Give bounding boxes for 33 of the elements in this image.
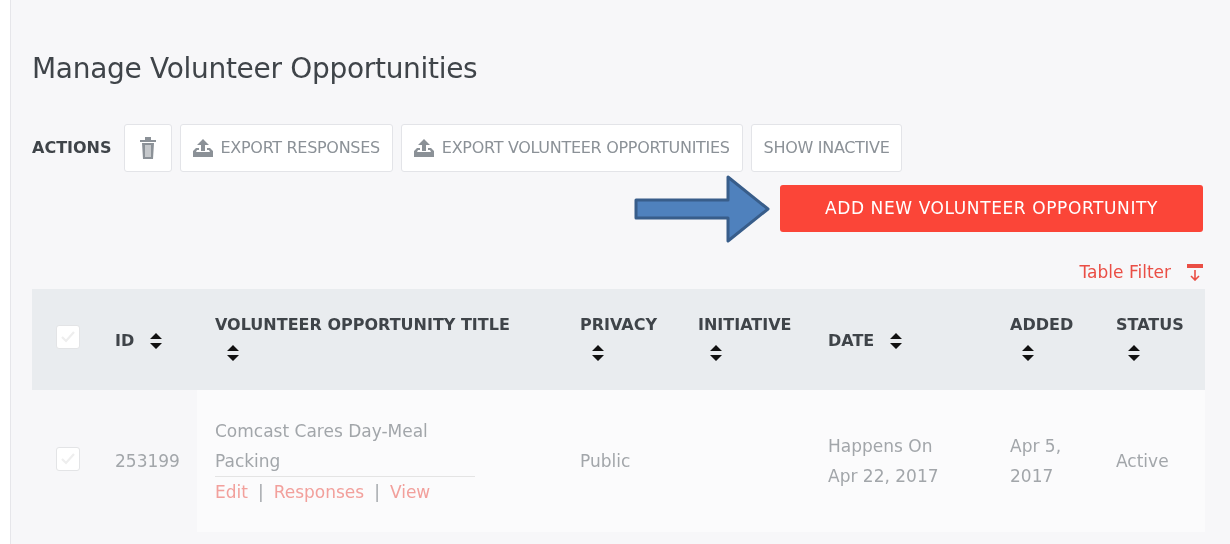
sort-icon (150, 333, 163, 350)
upload-icon (192, 138, 213, 157)
separator: | (257, 481, 264, 502)
table-cell: Public (580, 451, 631, 472)
separator: | (374, 481, 380, 502)
sort-icon (592, 345, 604, 362)
column-header[interactable]: ADDED (1010, 313, 1074, 338)
table-filter-link[interactable]: Table Filter (1079, 259, 1171, 286)
export-button[interactable]: EXPORT RESPONSES (179, 123, 393, 172)
sort-icon (227, 345, 239, 362)
upload-icon (413, 138, 434, 157)
column-header[interactable]: DATE (828, 329, 875, 354)
sort-icon (1128, 345, 1140, 362)
delete-button[interactable] (123, 123, 172, 172)
arrow-icon (634, 173, 772, 244)
sort-icon (1022, 345, 1034, 362)
export-button[interactable]: EXPORT VOLUNTEER OPPORTUNITIES (400, 123, 743, 172)
column-header[interactable]: STATUS (1116, 313, 1184, 338)
trash-icon (138, 136, 157, 159)
column-header[interactable]: INITIATIVE (698, 313, 792, 338)
sort-icon (710, 345, 722, 362)
table-cell: 253199 (115, 451, 180, 472)
page-title: Manage Volunteer Opportunities (32, 52, 479, 86)
table-cell: Active (1116, 451, 1169, 472)
table-cell-text: Apr 5, 2017 (1010, 435, 1063, 489)
actions-label: ACTIONS (32, 136, 112, 159)
table-cell-text: Happens On Apr 22, 2017 (828, 435, 940, 489)
sort-icon (890, 333, 903, 350)
filter-icon (1187, 263, 1203, 281)
column-header[interactable]: ID (115, 329, 135, 354)
add-opportunity-button[interactable]: ADD NEW VOLUNTEER OPPORTUNITY (780, 185, 1203, 233)
column-header[interactable]: VOLUNTEER OPPORTUNITY TITLE (215, 313, 510, 338)
column-header[interactable]: PRIVACY (580, 313, 657, 338)
